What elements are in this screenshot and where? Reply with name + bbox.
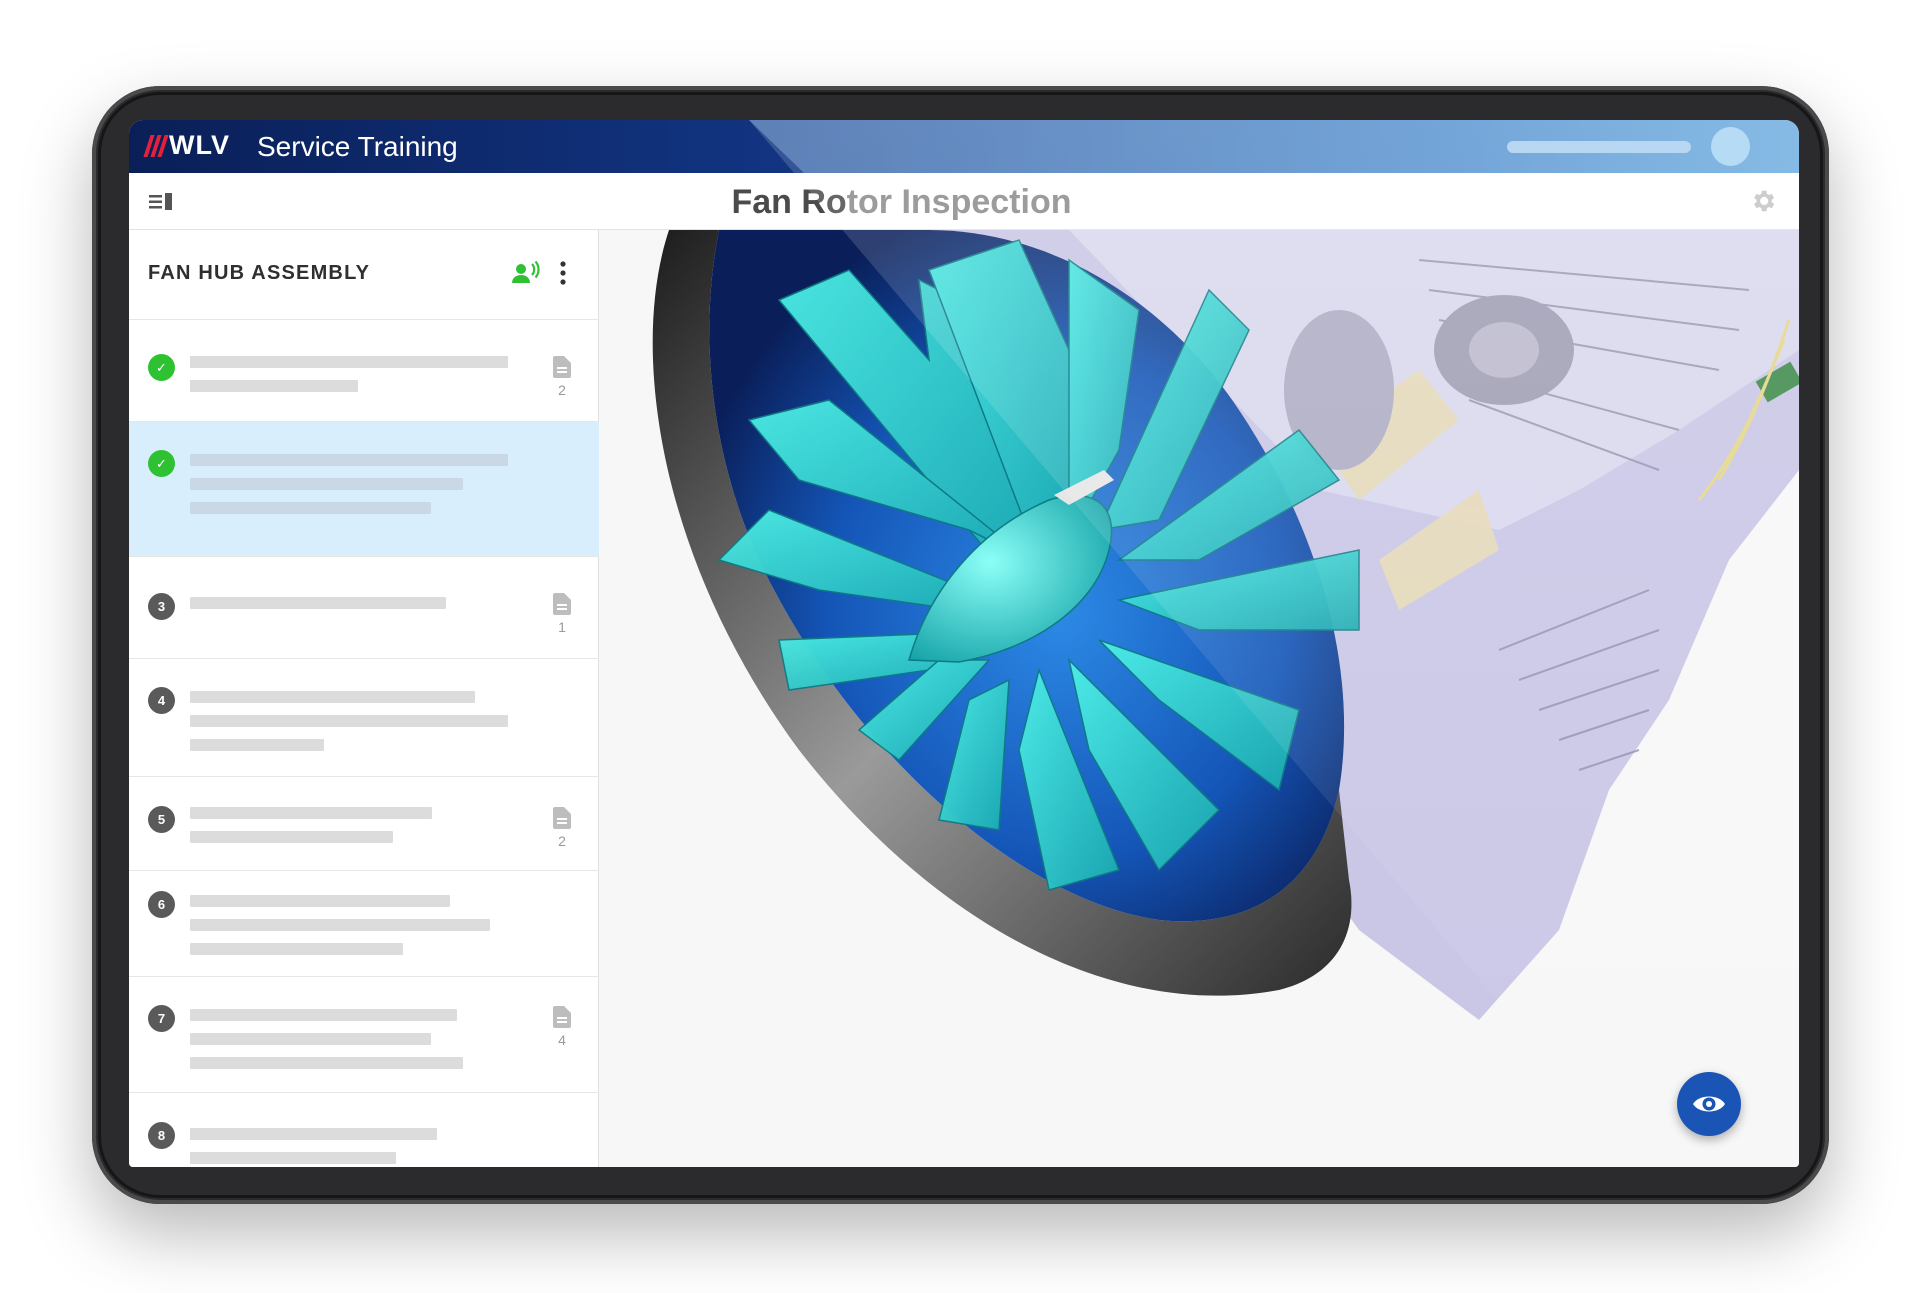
step-number-badge: 6 [148,891,175,918]
step-text-placeholder [190,1057,463,1069]
document-icon[interactable] [553,593,571,615]
engine-model-illustration [652,230,1799,1020]
step-text-placeholder [190,1009,457,1021]
step-text-placeholder [190,597,446,609]
document-count: 1 [558,619,566,635]
assembly-title: FAN HUB ASSEMBLY [148,262,371,284]
step-text-placeholder [190,807,432,819]
step-text-placeholder [190,831,393,843]
eye-icon [1693,1096,1725,1112]
document-count: 4 [558,1032,566,1048]
3d-model-viewer[interactable] [599,230,1799,1167]
app-name: Service Training [257,131,458,162]
page-header: Fan Rotor Inspection [129,173,1799,230]
page-title-part1: Fan Ro [731,183,847,221]
view-toggle-button[interactable] [1677,1072,1741,1136]
step-text-placeholder [190,691,475,703]
step-number-badge: 5 [148,806,175,833]
step-complete-badge: ✓ [148,354,175,381]
document-icon[interactable] [553,356,571,378]
step-number-badge: 8 [148,1122,175,1149]
step-text-placeholder [190,1033,431,1045]
page-title: Fan Rotor Inspection [129,183,1674,222]
step-text-placeholder [190,919,490,931]
step-text-placeholder [190,895,450,907]
avatar[interactable] [1711,127,1750,166]
sidebar-header: FAN HUB ASSEMBLY [129,230,598,320]
page-title-part2: tor Inspection [846,183,1072,221]
step-item-8[interactable]: 8 [129,1093,599,1167]
step-item-1[interactable]: ✓ 2 [129,320,599,422]
step-item-6[interactable]: 6 [129,871,599,977]
document-count: 2 [558,833,566,849]
step-text-placeholder [190,478,463,490]
document-count: 2 [558,382,566,398]
step-item-4[interactable]: 4 [129,659,599,777]
kebab-icon[interactable] [559,260,567,286]
steps-sidebar: FAN HUB ASSEMBLY ✓ 2 ✓ 3 1 4 5 2 6 7 4 8 [129,230,599,1167]
step-text-placeholder [190,739,324,751]
app-screen: WLV Service Training Fan Rotor Inspectio… [129,120,1799,1167]
voice-assistant-icon[interactable] [511,261,541,287]
logo-stripes-icon [143,134,169,157]
document-icon[interactable] [553,1006,571,1028]
step-text-placeholder [190,380,358,392]
step-item-7[interactable]: 7 4 [129,977,599,1093]
step-item-3[interactable]: 3 1 [129,557,599,659]
step-text-placeholder [190,1152,396,1164]
step-item-2[interactable]: ✓ [129,422,599,557]
step-number-badge: 3 [148,593,175,620]
step-number-badge: 4 [148,687,175,714]
step-complete-badge: ✓ [148,450,175,477]
step-text-placeholder [190,502,431,514]
user-name-placeholder[interactable] [1507,141,1691,153]
step-text-placeholder [190,356,508,368]
step-number-badge: 7 [148,1005,175,1032]
step-item-5[interactable]: 5 2 [129,777,599,871]
app-bar: WLV Service Training [129,120,1799,173]
step-text-placeholder [190,715,508,727]
step-text-placeholder [190,1128,437,1140]
document-icon[interactable] [553,807,571,829]
step-text-placeholder [190,454,508,466]
logo-text: WLV [169,130,230,160]
brand-logo: WLV [143,130,230,161]
gear-icon[interactable] [1749,187,1777,215]
step-text-placeholder [190,943,403,955]
